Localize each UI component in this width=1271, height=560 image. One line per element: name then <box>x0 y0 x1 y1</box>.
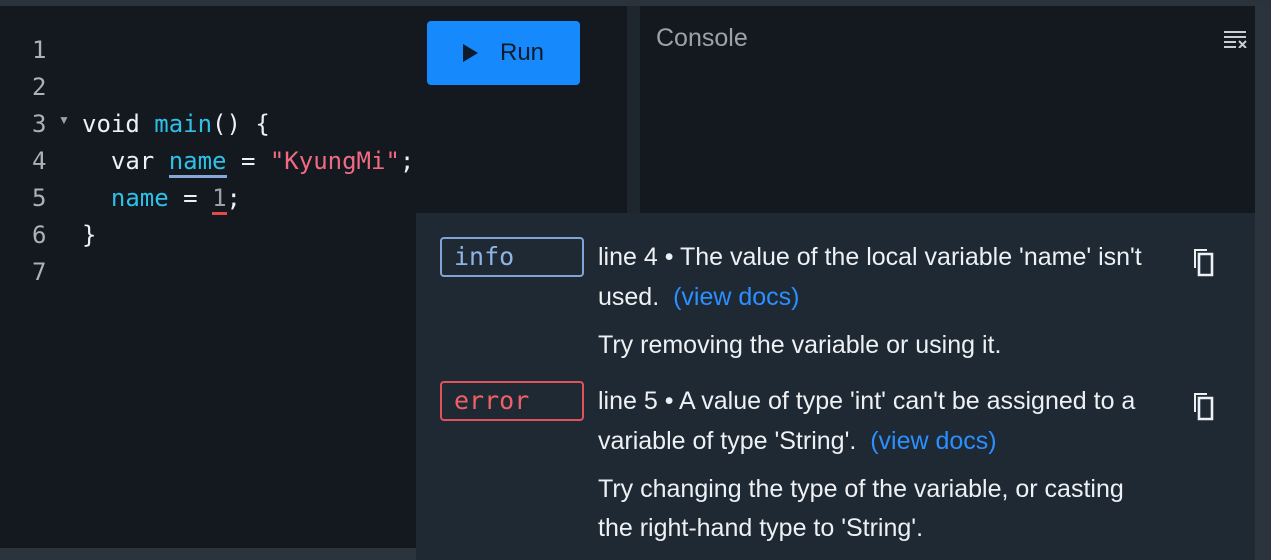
fold-arrow-icon[interactable]: ▼ <box>58 102 70 139</box>
code-line-4[interactable]: var name = "KyungMi"; <box>82 143 414 180</box>
issue-fix-hint: Try changing the type of the variable, o… <box>598 475 1124 542</box>
issue-fix-hint: Try removing the variable or using it. <box>598 331 1002 359</box>
code-line-3[interactable]: void main() { <box>82 106 270 143</box>
line-number: 2 <box>32 73 47 101</box>
code-text: = <box>226 147 270 175</box>
play-icon <box>462 44 478 62</box>
copy-icon[interactable] <box>1190 391 1216 421</box>
view-docs-link[interactable]: (view docs) <box>673 283 799 311</box>
code-text: () { <box>212 110 270 138</box>
keyword: var <box>110 147 169 175</box>
code-line-5[interactable]: name = 1; <box>82 180 241 217</box>
line-number: 6 <box>32 221 47 249</box>
error-badge: error <box>440 381 584 421</box>
line-number: 5 <box>32 184 47 212</box>
issue-text: line 5 • A value of type 'int' can't be … <box>598 387 1136 455</box>
run-button-label: Run <box>499 39 545 66</box>
variable-name: name <box>110 184 169 212</box>
number-literal-error-underlined: 1 <box>212 184 227 215</box>
code-text: ; <box>399 147 415 175</box>
code-text: ; <box>226 184 241 212</box>
info-badge: info <box>440 237 584 277</box>
issue-message: line 4 • The value of the local variable… <box>598 237 1158 317</box>
issues-popup: info line 4 • The value of the local var… <box>416 213 1255 560</box>
code-text: } <box>82 221 97 249</box>
clear-console-icon[interactable] <box>1224 30 1248 48</box>
run-button[interactable]: Run <box>427 21 580 85</box>
line-number: 7 <box>32 258 47 286</box>
variable-name-info-underlined: name <box>168 147 227 178</box>
view-docs-link[interactable]: (view docs) <box>870 427 996 455</box>
line-number: 4 <box>32 147 47 175</box>
line-number: 1 <box>32 36 47 64</box>
code-text: = <box>168 184 213 212</box>
issue-message: line 5 • A value of type 'int' can't be … <box>598 381 1158 461</box>
code-line-6[interactable]: } <box>82 217 96 254</box>
keyword: void <box>82 110 155 138</box>
function-name: main <box>154 110 213 138</box>
string-literal: "KyungMi" <box>269 147 400 175</box>
copy-icon[interactable] <box>1190 247 1216 277</box>
vertical-scrollbar[interactable] <box>1255 6 1271 560</box>
line-number: 3 <box>32 110 47 138</box>
console-title: Console <box>656 24 748 52</box>
